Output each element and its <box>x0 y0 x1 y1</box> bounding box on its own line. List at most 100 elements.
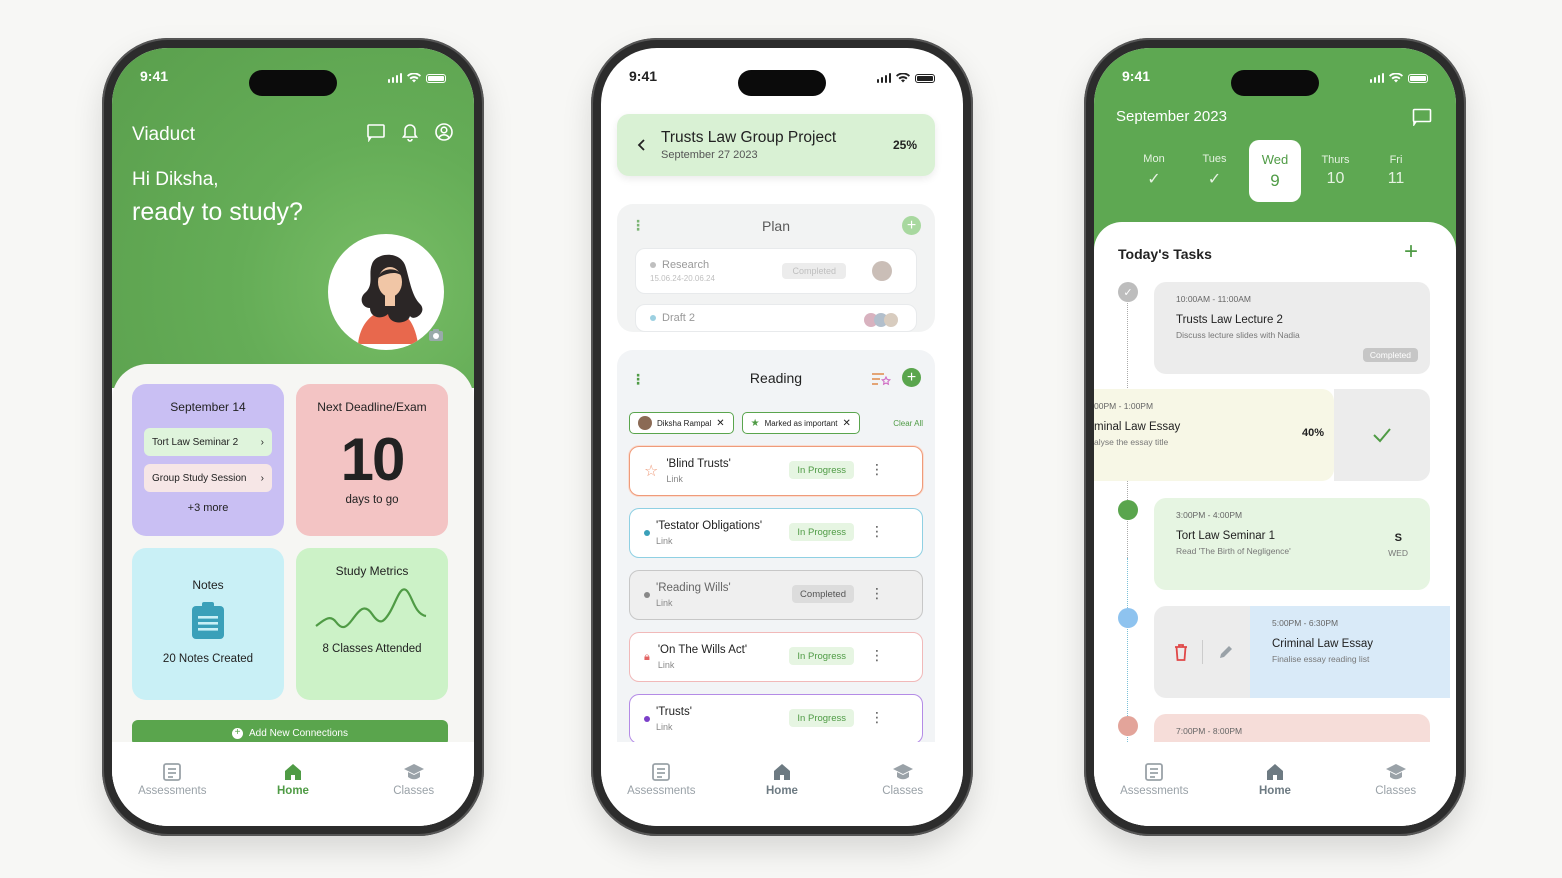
tasks-title: Today's Tasks <box>1118 246 1212 262</box>
status-badge: Completed <box>1362 348 1418 362</box>
reading-item[interactable]: 'Reading Wills' Link Completed ⋮ <box>629 570 923 620</box>
check-icon: ✓ <box>1147 171 1161 188</box>
plan-item[interactable]: Draft 2 <box>635 304 917 332</box>
task-desc: Finalise essay reading list <box>1272 654 1370 664</box>
chat-icon[interactable] <box>1412 108 1432 126</box>
day-num: 11 <box>1387 170 1405 187</box>
task-card[interactable]: 00PM - 1:00PM minal Law Essay alyse the … <box>1094 389 1334 481</box>
plan-item[interactable]: Research 15.06.24-20.06.24 Completed <box>635 248 917 294</box>
edit-icon[interactable] <box>1217 643 1235 661</box>
add-reading-button[interactable]: + <box>902 368 921 387</box>
reading-item[interactable]: 'Trusts' Link In Progress ⋮ <box>629 694 923 744</box>
reading-item[interactable]: 'Testator Obligations' Link In Progress ⋮ <box>629 508 923 558</box>
reading-item-link[interactable]: Link <box>656 598 731 608</box>
dynamic-island <box>249 70 337 96</box>
task-card[interactable]: 5:00PM - 6:30PM Criminal Law Essay Final… <box>1250 606 1450 698</box>
task-desc: Discuss lecture slides with Nadia <box>1176 330 1300 340</box>
clear-all-link[interactable]: Clear All <box>893 419 923 428</box>
tab-home[interactable]: Home <box>1230 762 1320 826</box>
close-icon[interactable]: ✕ <box>843 418 851 429</box>
camera-icon[interactable] <box>428 328 444 342</box>
task-time: 00PM - 1:00PM <box>1094 401 1154 411</box>
study-metrics-card[interactable]: Study Metrics 8 Classes Attended <box>296 548 448 700</box>
tab-assessments[interactable]: Assessments <box>1109 762 1199 826</box>
day-fri[interactable]: Fri 11 <box>1370 154 1422 188</box>
timeline-check[interactable]: ✓ <box>1118 282 1138 302</box>
profile-icon[interactable] <box>434 122 454 142</box>
reading-item-link[interactable]: Link <box>656 722 692 732</box>
deadline-card[interactable]: Next Deadline/Exam 10 days to go <box>296 384 448 536</box>
reading-item-link[interactable]: Link <box>658 660 747 670</box>
tab-home[interactable]: Home <box>248 762 338 826</box>
tab-home[interactable]: Home <box>737 762 827 826</box>
back-icon[interactable] <box>635 138 649 152</box>
more-vertical-icon[interactable]: ⋮ <box>631 218 645 232</box>
day-thu[interactable]: Thurs 10 <box>1310 154 1362 188</box>
plan-item-dates: 15.06.24-20.06.24 <box>650 274 715 283</box>
more-vertical-icon[interactable]: ⋮ <box>870 585 884 602</box>
more-vertical-icon[interactable]: ⋮ <box>870 647 884 664</box>
add-plan-button[interactable]: + <box>902 216 921 235</box>
avatar[interactable] <box>328 234 444 350</box>
lock-icon: 🔒︎ <box>644 650 650 663</box>
filter-chip[interactable]: Diksha Rampal ✕ <box>629 412 734 434</box>
tab-classes[interactable]: Classes <box>1351 762 1441 826</box>
plan-item-name: Research <box>662 259 710 271</box>
reading-section: ⋮ Reading + Diksha Rampal ✕ ★ Marked as … <box>617 350 935 770</box>
task-card[interactable]: 3:00PM - 4:00PM Tort Law Seminar 1 Read … <box>1154 498 1430 590</box>
trash-icon[interactable] <box>1173 643 1189 661</box>
reading-item-link[interactable]: Link <box>656 536 762 546</box>
reading-item-title: 'On The Wills Act' <box>657 644 748 656</box>
day-wed[interactable]: Wed 9 <box>1249 140 1301 202</box>
day-num: 10 <box>1326 170 1345 187</box>
swipe-complete-action[interactable] <box>1334 389 1430 481</box>
tab-classes[interactable]: Classes <box>858 762 948 826</box>
add-task-button[interactable]: + <box>1404 238 1418 266</box>
calendar-item-label: Group Study Session <box>152 472 247 484</box>
reading-item-title: 'Trusts' <box>656 706 692 718</box>
project-date: September 27 2023 <box>661 149 758 161</box>
month-title: September 2023 <box>1116 108 1227 125</box>
reading-item[interactable]: ☆ 'Blind Trusts' Link In Progress ⋮ <box>629 446 923 496</box>
status-badge: Completed <box>792 585 854 603</box>
task-name: Tort Law Seminar 1 <box>1176 530 1276 542</box>
metrics-sparkline <box>315 588 427 629</box>
task-name: Criminal Law Essay <box>1272 638 1373 650</box>
timeline-dot[interactable] <box>1118 716 1138 736</box>
bell-icon[interactable] <box>400 122 420 142</box>
tab-bar: Assessments Home Classes <box>601 742 963 826</box>
reading-item[interactable]: 🔒︎ 'On The Wills Act' Link In Progress ⋮ <box>629 632 923 682</box>
notes-card[interactable]: Notes 20 Notes Created <box>132 548 284 700</box>
home-screen: 9:41 Viaduct Hi Diksha, ready to study? <box>112 48 474 826</box>
more-vertical-icon[interactable]: ⋮ <box>870 523 884 540</box>
more-link[interactable]: +3 more <box>132 502 284 514</box>
star-icon: ★ <box>750 417 760 429</box>
timeline-dot[interactable] <box>1118 500 1138 520</box>
more-vertical-icon[interactable]: ⋮ <box>870 461 884 478</box>
metrics-card-title: Study Metrics <box>335 564 409 578</box>
calendar-item[interactable]: Group Study Session › <box>144 464 272 492</box>
calendar-item[interactable]: Tort Law Seminar 2 › <box>144 428 272 456</box>
task-time: 5:00PM - 6:30PM <box>1272 618 1339 628</box>
chat-icon[interactable] <box>366 122 386 142</box>
day-tue[interactable]: Tues ✓ <box>1189 153 1241 189</box>
reading-item-link[interactable]: Link <box>666 474 730 484</box>
day-name: Mon <box>1143 153 1165 165</box>
tab-label: Assessments <box>1120 785 1189 797</box>
tab-assessments[interactable]: Assessments <box>616 762 706 826</box>
tab-assessments[interactable]: Assessments <box>127 762 217 826</box>
more-vertical-icon[interactable]: ⋮ <box>870 709 884 726</box>
project-progress: 25% <box>892 138 917 152</box>
task-card[interactable]: 10:00AM - 11:00AM Trusts Law Lecture 2 D… <box>1154 282 1430 374</box>
status-badge: In Progress <box>789 523 854 541</box>
project-header: Trusts Law Group Project September 27 20… <box>617 114 935 176</box>
close-icon[interactable]: ✕ <box>716 418 724 429</box>
day-mon[interactable]: Mon ✓ <box>1128 153 1180 189</box>
more-vertical-icon[interactable]: ⋮ <box>631 372 645 386</box>
calendar-card[interactable]: September 14 Tort Law Seminar 2 › Group … <box>132 384 284 536</box>
timeline-dot[interactable] <box>1118 608 1138 628</box>
tab-classes[interactable]: Classes <box>369 762 459 826</box>
sort-star-icon[interactable] <box>871 372 891 386</box>
filter-chip[interactable]: ★ Marked as important ✕ <box>741 412 860 434</box>
assessments-icon <box>652 763 671 781</box>
